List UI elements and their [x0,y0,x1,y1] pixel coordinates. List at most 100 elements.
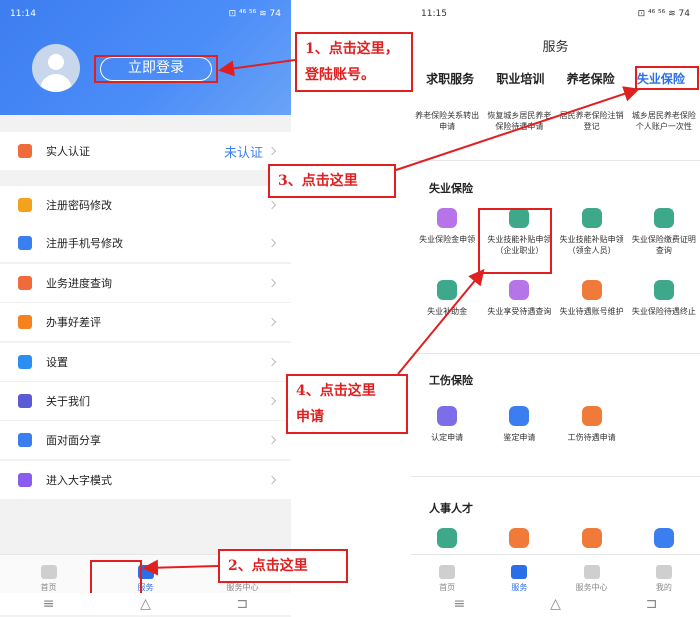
service-icon [509,280,530,300]
status-bar: 11:15 ⊡ ⁴⁶ ⁵⁶ ≋ 74 [411,0,700,28]
menu-item-icon [18,236,32,250]
service-item[interactable]: 鉴定申请 [483,406,555,443]
menu-item-label: 设置 [46,356,68,369]
chevron-right-icon [267,435,277,445]
menu-item[interactable]: 注册密码修改 [0,186,291,224]
service-icon [581,208,602,228]
service-item[interactable]: 失业保险待遇终止 [628,280,700,317]
menu-item[interactable]: 面对面分享 [0,421,291,459]
service-label: 城乡居民养老保险个人账户一次性 [631,111,696,131]
service-label: 恢复城乡居民养老保险待遇申请 [487,111,552,131]
tab-job-service[interactable]: 求职服务 [426,70,474,87]
menu-item-icon [18,276,32,290]
pension-services-row: 养老保险关系转出申请 恢复城乡居民养老保险待遇申请 居民养老保险注销登记 城乡居民养老… [411,110,700,132]
service-item[interactable]: 失业享受待遇查询 [483,280,555,317]
back-nav-icon[interactable]: ⊐ [236,596,248,612]
tab-pension[interactable]: 养老保险 [567,70,615,87]
divider [411,160,700,161]
service-icon [509,406,530,426]
android-nav-bar: ≡ △ ⊐ [0,593,291,615]
service-label: 失业待遇账号维护 [559,307,624,316]
back-nav-icon[interactable]: ⊐ [646,596,658,612]
service-label: 鉴定申请 [503,433,536,442]
service-item[interactable]: 居民养老保险注销登记 [556,110,628,132]
highlight-unemployment-tab [635,66,699,90]
empty-slot [628,406,700,443]
chevron-right-icon [267,317,277,327]
service-icon [437,406,458,426]
service-icon [437,280,458,300]
menu-item-label: 注册密码修改 [46,199,112,212]
service-icon [653,528,674,548]
chevron-right-icon [267,278,277,288]
menu-nav-icon[interactable]: ≡ [43,596,55,612]
service-label: 工伤待遇申请 [567,433,616,442]
menu-item-icon [18,473,32,487]
menu-item[interactable]: 关于我们 [0,382,291,420]
status-time: 11:14 [10,9,36,19]
status-time: 11:15 [421,9,447,19]
home-nav-icon[interactable]: △ [140,596,151,612]
highlight-services-tab [90,560,142,596]
home-nav-icon[interactable]: △ [550,596,561,612]
chevron-right-icon [267,396,277,406]
status-bar: 11:14 ⊡ ⁴⁶ ⁵⁶ ≋ 74 [0,0,291,28]
menu-item-label: 实人认证 [46,145,90,158]
menu-item-label: 关于我们 [46,395,90,408]
service-label: 失业保险待遇终止 [631,307,696,316]
injury-row: 认定申请 鉴定申请 工伤待遇申请 [411,406,700,443]
menu-item-label: 进入大字模式 [46,474,112,487]
service-item[interactable]: 城乡居民养老保险个人账户一次性 [628,110,700,132]
menu-item-label: 业务进度查询 [46,277,112,290]
tab-training[interactable]: 职业培训 [496,70,544,87]
menu-item-label: 办事好差评 [46,316,101,329]
hr-row [411,528,700,554]
service-item[interactable]: 恢复城乡居民养老保险待遇申请 [483,110,555,132]
status-icons: ⊡ ⁴⁶ ⁵⁶ ≋ 74 [228,9,281,19]
highlight-skill-subsidy [478,208,552,274]
chevron-right-icon [267,200,277,210]
right-phone-screen: 11:15 ⊡ ⁴⁶ ⁵⁶ ≋ 74 服务 求职服务 职业培训 养老保险 失业保… [411,0,700,617]
service-icon [437,528,458,548]
hr-service[interactable] [628,528,700,554]
menu-item[interactable]: 实人认证 未认证 [0,132,291,170]
service-icon [437,208,458,228]
divider [411,476,700,477]
hr-service[interactable] [483,528,555,554]
menu-item-label: 面对面分享 [46,434,101,447]
annotation-step-4: 4、点击这里 申请 [286,374,408,434]
service-label: 失业保险缴费证明查询 [631,235,696,255]
menu-item-icon [18,394,32,408]
avatar[interactable] [32,44,80,92]
annotation-step-1: 1、点击这里， 登陆账号。 [295,32,413,92]
services-icon [511,564,528,579]
menu-item[interactable]: 设置 [0,343,291,381]
menu-item[interactable]: 业务进度查询 [0,264,291,302]
service-icon [581,280,602,300]
service-icon [581,406,602,426]
menu-item[interactable]: 进入大字模式 [0,461,291,499]
home-icon [40,564,57,579]
verification-status: 未认证 [223,145,263,161]
service-item[interactable]: 失业技能补贴申领（领金人员） [556,208,628,256]
service-item[interactable]: 失业待遇账号维护 [556,280,628,317]
menu-nav-icon[interactable]: ≡ [453,596,465,612]
section-title-injury: 工伤保险 [429,374,473,387]
service-label: 养老保险关系转出申请 [415,111,480,131]
service-item[interactable]: 失业保险缴费证明查询 [628,208,700,256]
service-icon [653,280,674,300]
menu-item[interactable]: 注册手机号修改 [0,224,291,262]
service-item[interactable]: 养老保险关系转出申请 [411,110,483,132]
service-label: 认定申请 [431,433,464,442]
chevron-right-icon [267,146,277,156]
service-item[interactable]: 认定申请 [411,406,483,443]
service-item[interactable]: 工伤待遇申请 [556,406,628,443]
section-title-unemployment: 失业保险 [429,182,473,195]
menu-item-label: 注册手机号修改 [46,237,123,250]
service-item[interactable]: 失业保险金申领 [411,208,483,256]
service-item[interactable]: 失业补助金 [411,280,483,317]
menu-item[interactable]: 办事好差评 [0,303,291,341]
hr-service[interactable] [411,528,483,554]
hr-service[interactable] [556,528,628,554]
page-title: 服务 [542,40,569,55]
